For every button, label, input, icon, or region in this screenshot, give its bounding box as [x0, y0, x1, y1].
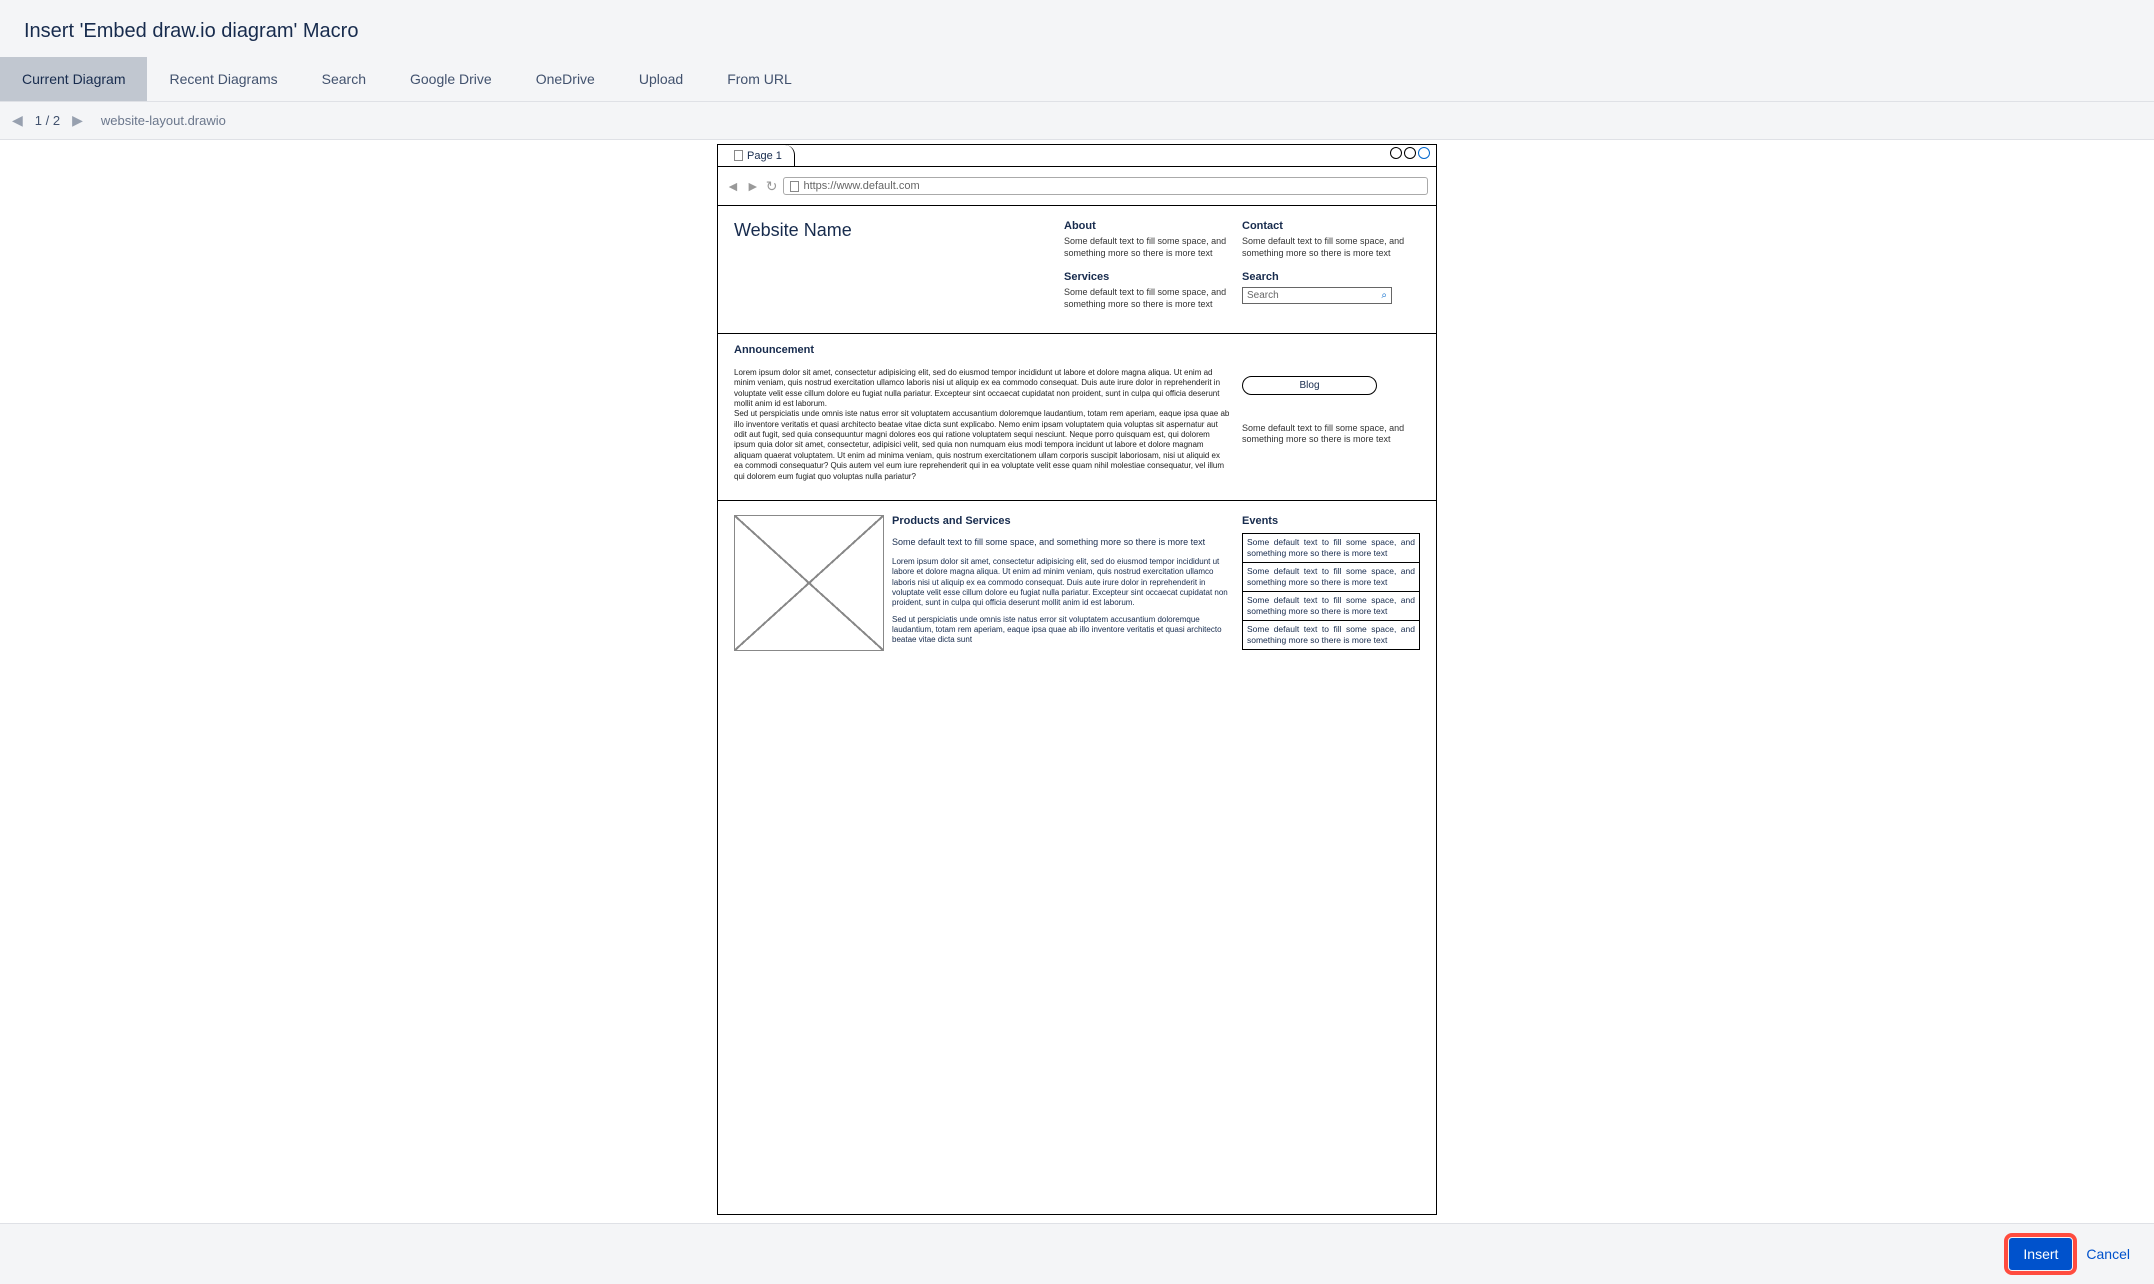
search-icon: ⌕: [1381, 290, 1387, 301]
tab-recent-diagrams[interactable]: Recent Diagrams: [147, 57, 299, 101]
blog-text: Some default text to fill some space, an…: [1242, 423, 1420, 446]
url-text: https://www.default.com: [803, 180, 919, 192]
tab-current-diagram[interactable]: Current Diagram: [0, 57, 147, 101]
file-icon: [790, 181, 799, 192]
prev-page-icon[interactable]: ◀: [8, 110, 27, 131]
reload-icon: ↻: [766, 178, 778, 195]
events-title: Events: [1242, 515, 1420, 527]
mockup-browser-tabbar: Page 1: [718, 145, 1436, 167]
tab-onedrive[interactable]: OneDrive: [514, 57, 617, 101]
products-text: Some default text to fill some space, an…: [892, 537, 1234, 549]
services-label: Services: [1064, 271, 1242, 283]
diagram-canvas: Page 1 ◄ ► ↻ https://www.default.com: [717, 144, 1437, 1215]
page-indicator: 1 / 2: [35, 113, 60, 128]
event-item: Some default text to fill some space, an…: [1243, 621, 1419, 649]
tab-google-drive[interactable]: Google Drive: [388, 57, 514, 101]
events-list: Some default text to fill some space, an…: [1242, 533, 1420, 650]
page-nav: ◀ 1 / 2 ▶: [8, 110, 87, 131]
event-item: Some default text to fill some space, an…: [1243, 592, 1419, 621]
dialog-footer: Insert Cancel: [0, 1223, 2154, 1284]
tab-search[interactable]: Search: [300, 57, 388, 101]
search-label: Search: [1242, 271, 1420, 283]
insert-button[interactable]: Insert: [2009, 1238, 2072, 1270]
forward-arrow-icon: ►: [746, 178, 760, 194]
products-lorem: Lorem ipsum dolor sit amet, consectetur …: [892, 557, 1234, 609]
contact-text: Some default text to fill some space, an…: [1242, 236, 1420, 259]
site-title: Website Name: [734, 220, 1064, 241]
page-tab-label: Page 1: [747, 150, 782, 162]
preview-toolbar: ◀ 1 / 2 ▶ website-layout.drawio: [0, 102, 2154, 140]
announcement-text: Lorem ipsum dolor sit amet, consectetur …: [734, 368, 1230, 410]
mockup-search-box: Search ⌕: [1242, 287, 1392, 304]
back-arrow-icon: ◄: [726, 178, 740, 194]
event-item: Some default text to fill some space, an…: [1243, 563, 1419, 592]
contact-label: Contact: [1242, 220, 1420, 232]
tab-upload[interactable]: Upload: [617, 57, 705, 101]
about-label: About: [1064, 220, 1242, 232]
products-title: Products and Services: [892, 515, 1234, 527]
cancel-button[interactable]: Cancel: [2086, 1246, 2130, 1262]
mockup-urlbar: ◄ ► ↻ https://www.default.com: [718, 167, 1436, 206]
file-icon: [734, 150, 743, 161]
dialog-header: Insert 'Embed draw.io diagram' Macro: [0, 0, 2154, 57]
mockup-announcement-section: Announcement Lorem ipsum dolor sit amet,…: [718, 334, 1436, 501]
source-tabs: Current Diagram Recent Diagrams Search G…: [0, 57, 2154, 102]
search-placeholder: Search: [1247, 290, 1279, 301]
image-placeholder-icon: [734, 515, 884, 651]
dialog-title: Insert 'Embed draw.io diagram' Macro: [24, 20, 2130, 43]
blog-button: Blog: [1242, 376, 1377, 395]
window-circle-icon: [1418, 147, 1430, 159]
services-text: Some default text to fill some space, an…: [1064, 287, 1242, 310]
insert-macro-dialog: Insert 'Embed draw.io diagram' Macro Cur…: [0, 0, 2154, 1284]
mockup-products-section: Products and Services Some default text …: [718, 501, 1436, 656]
announcement-title: Announcement: [734, 344, 1230, 356]
window-controls: [1390, 147, 1430, 159]
products-lorem: Sed ut perspiciatis unde omnis iste natu…: [892, 615, 1234, 646]
window-circle-icon: [1404, 147, 1416, 159]
tab-from-url[interactable]: From URL: [705, 57, 814, 101]
diagram-preview: Page 1 ◄ ► ↻ https://www.default.com: [0, 140, 2154, 1223]
announcement-text: Sed ut perspiciatis unde omnis iste natu…: [734, 409, 1230, 482]
next-page-icon[interactable]: ▶: [68, 110, 87, 131]
mockup-site-header: Website Name About Some default text to …: [718, 206, 1436, 334]
window-circle-icon: [1390, 147, 1402, 159]
event-item: Some default text to fill some space, an…: [1243, 534, 1419, 563]
about-text: Some default text to fill some space, an…: [1064, 236, 1242, 259]
mockup-page-tab: Page 1: [728, 145, 795, 167]
mockup-url-field: https://www.default.com: [783, 177, 1428, 195]
diagram-filename: website-layout.drawio: [97, 113, 226, 128]
